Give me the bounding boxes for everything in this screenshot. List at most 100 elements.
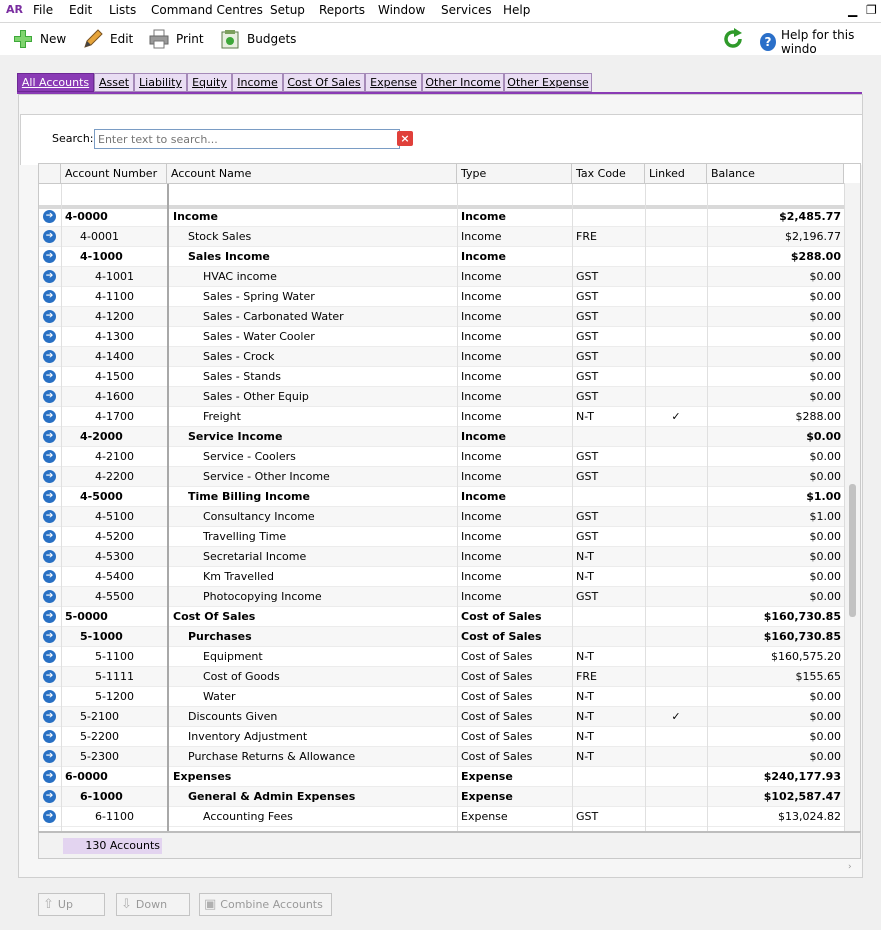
zoom-arrow-icon[interactable]: ➔ (43, 410, 56, 423)
minimize-icon[interactable]: ▁ (848, 3, 857, 17)
table-row[interactable]: ➔ 4-1400 Sales - Crock Income GST $0.00 (39, 347, 844, 367)
menu-edit[interactable]: Edit (69, 3, 92, 17)
zoom-arrow-icon[interactable]: ➔ (43, 470, 56, 483)
zoom-arrow-icon[interactable]: ➔ (43, 650, 56, 663)
zoom-arrow-icon[interactable]: ➔ (43, 450, 56, 463)
search-input[interactable] (94, 129, 400, 149)
table-row[interactable]: ➔ 5-1111 Cost of Goods Cost of Sales FRE $155… (39, 667, 844, 687)
table-row[interactable]: ➔ 4-1600 Sales - Other Equip Income GST $0.00 (39, 387, 844, 407)
table-row[interactable]: ➔ 5-2300 Purchase Returns & Allowance Cost … (39, 747, 844, 767)
menu-window[interactable]: Window (378, 3, 425, 17)
zoom-arrow-icon[interactable]: ➔ (43, 790, 56, 803)
refresh-button[interactable] (722, 28, 744, 53)
table-row[interactable]: ➔ 4-5400 Km Travelled Income N-T $0.00 (39, 567, 844, 587)
zoom-arrow-icon[interactable]: ➔ (43, 310, 56, 323)
zoom-arrow-icon[interactable]: ➔ (43, 810, 56, 823)
table-row[interactable]: ➔ 5-0000 Cost Of Sales Cost of Sales $160,73… (39, 607, 844, 627)
table-row[interactable]: ➔ 4-5200 Travelling Time Income GST $0.00 (39, 527, 844, 547)
zoom-arrow-icon[interactable]: ➔ (43, 690, 56, 703)
zoom-arrow-icon[interactable]: ➔ (43, 630, 56, 643)
table-row[interactable]: ➔ 6-1100 Accounting Fees Expense GST $13,024.… (39, 807, 844, 827)
table-row[interactable]: ➔ 4-1001 HVAC income Income GST $0.00 (39, 267, 844, 287)
header-account-number[interactable]: Account Number (61, 164, 167, 183)
scrollbar-thumb[interactable] (849, 484, 856, 617)
table-row[interactable]: ➔ 6-1000 General & Admin Expenses Expense $1… (39, 787, 844, 807)
table-row[interactable]: ➔ 4-5100 Consultancy Income Income GST $1.00 (39, 507, 844, 527)
tab-all-accounts[interactable]: All Accounts (17, 73, 94, 92)
table-row[interactable]: ➔ 4-5500 Photocopying Income Income GST $0.00 (39, 587, 844, 607)
help-button[interactable]: ? Help for this windo (760, 28, 881, 56)
zoom-arrow-icon[interactable]: ➔ (43, 510, 56, 523)
zoom-arrow-icon[interactable]: ➔ (43, 270, 56, 283)
table-row[interactable]: ➔ 5-1200 Water Cost of Sales N-T $0.00 (39, 687, 844, 707)
header-tax-code[interactable]: Tax Code (572, 164, 645, 183)
tab-other-income[interactable]: Other Income (422, 73, 504, 92)
scroll-right-icon[interactable]: › (848, 862, 852, 872)
zoom-arrow-icon[interactable]: ➔ (43, 330, 56, 343)
zoom-arrow-icon[interactable]: ➔ (43, 230, 56, 243)
table-row[interactable]: ➔ 5-1000 Purchases Cost of Sales $160,730.85 (39, 627, 844, 647)
combine-accounts-button[interactable]: ▣ Combine Accounts (199, 893, 332, 916)
zoom-arrow-icon[interactable]: ➔ (43, 710, 56, 723)
zoom-arrow-icon[interactable]: ➔ (43, 210, 56, 223)
down-button[interactable]: ⇩ Down (116, 893, 190, 916)
tab-income[interactable]: Income (232, 73, 283, 92)
edit-button[interactable]: Edit (82, 28, 133, 50)
table-row[interactable]: ➔ 4-1100 Sales - Spring Water Income GST $0.0… (39, 287, 844, 307)
table-row[interactable]: ➔ 4-1500 Sales - Stands Income GST $0.00 (39, 367, 844, 387)
menu-command-centres[interactable]: Command Centres (151, 3, 263, 17)
table-row[interactable]: ➔ 4-2100 Service - Coolers Income GST $0.00 (39, 447, 844, 467)
table-row[interactable]: ➔ 4-0000 Income Income $2,485.77 (39, 207, 844, 227)
table-row[interactable]: ➔ 5-2200 Inventory Adjustment Cost of Sales… (39, 727, 844, 747)
table-row[interactable]: ➔ 5-1100 Equipment Cost of Sales N-T $160,575… (39, 647, 844, 667)
zoom-arrow-icon[interactable]: ➔ (43, 670, 56, 683)
menu-file[interactable]: File (33, 3, 53, 17)
zoom-arrow-icon[interactable]: ➔ (43, 730, 56, 743)
zoom-arrow-icon[interactable]: ➔ (43, 770, 56, 783)
table-row[interactable]: ➔ 4-5300 Secretarial Income Income N-T $0.00 (39, 547, 844, 567)
zoom-arrow-icon[interactable]: ➔ (43, 490, 56, 503)
table-row[interactable]: ➔ 4-2200 Service - Other Income Income GST $0… (39, 467, 844, 487)
tab-asset[interactable]: Asset (94, 73, 134, 92)
table-row[interactable]: ➔ 4-1200 Sales - Carbonated Water Income GST… (39, 307, 844, 327)
zoom-arrow-icon[interactable]: ➔ (43, 370, 56, 383)
zoom-arrow-icon[interactable]: ➔ (43, 390, 56, 403)
zoom-arrow-icon[interactable]: ➔ (43, 550, 56, 563)
budgets-button[interactable]: Budgets (219, 28, 296, 50)
up-button[interactable]: ⇧ Up (38, 893, 105, 916)
table-row[interactable]: ➔ 4-1700 Freight Income N-T ✓ $288.00 (39, 407, 844, 427)
zoom-arrow-icon[interactable]: ➔ (43, 750, 56, 763)
header-balance[interactable]: Balance (707, 164, 844, 183)
tab-expense[interactable]: Expense (365, 73, 422, 92)
table-row[interactable]: ➔ 4-2000 Service Income Income $0.00 (39, 427, 844, 447)
menu-help[interactable]: Help (503, 3, 530, 17)
menu-services[interactable]: Services (441, 3, 492, 17)
tab-other-expense[interactable]: Other Expense (504, 73, 592, 92)
zoom-arrow-icon[interactable]: ➔ (43, 530, 56, 543)
zoom-arrow-icon[interactable]: ➔ (43, 610, 56, 623)
tab-cost-of-sales[interactable]: Cost Of Sales (283, 73, 365, 92)
table-row[interactable]: ➔ 4-5000 Time Billing Income Income $1.00 (39, 487, 844, 507)
table-row[interactable]: ➔ 6-0000 Expenses Expense $240,177.93 (39, 767, 844, 787)
menu-setup[interactable]: Setup (270, 3, 305, 17)
tab-liability[interactable]: Liability (134, 73, 187, 92)
tab-equity[interactable]: Equity (187, 73, 232, 92)
clear-search-icon[interactable]: × (397, 131, 413, 146)
print-button[interactable]: Print (148, 28, 204, 50)
zoom-arrow-icon[interactable]: ➔ (43, 430, 56, 443)
table-row[interactable]: ➔ 4-0001 Stock Sales Income FRE $2,196.77 (39, 227, 844, 247)
restore-icon[interactable]: ❐ (866, 3, 877, 17)
header-account-name[interactable]: Account Name (167, 164, 457, 183)
header-type[interactable]: Type (457, 164, 572, 183)
menu-lists[interactable]: Lists (109, 3, 136, 17)
zoom-arrow-icon[interactable]: ➔ (43, 290, 56, 303)
table-row[interactable]: ➔ 4-1000 Sales Income Income $288.00 (39, 247, 844, 267)
table-row[interactable]: ➔ 5-2100 Discounts Given Cost of Sales N-T ✓ $… (39, 707, 844, 727)
zoom-arrow-icon[interactable]: ➔ (43, 590, 56, 603)
menu-reports[interactable]: Reports (319, 3, 365, 17)
header-linked[interactable]: Linked (645, 164, 707, 183)
table-row[interactable]: ➔ 4-1300 Sales - Water Cooler Income GST $0.0… (39, 327, 844, 347)
zoom-arrow-icon[interactable]: ➔ (43, 250, 56, 263)
new-button[interactable]: New (12, 28, 66, 50)
zoom-arrow-icon[interactable]: ➔ (43, 570, 56, 583)
